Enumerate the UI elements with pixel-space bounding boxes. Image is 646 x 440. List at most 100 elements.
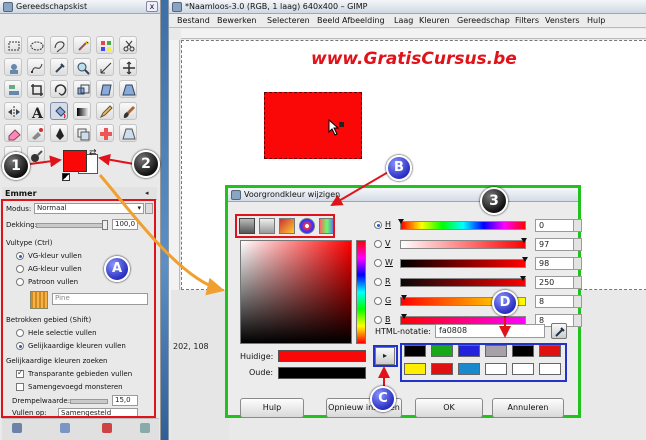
tool-color-select[interactable] (96, 36, 114, 54)
menu-vensters[interactable]: Vensters (545, 16, 580, 25)
ok-button[interactable]: OK (415, 398, 483, 418)
channel-w-label: W (385, 258, 393, 267)
color-picker-button[interactable] (551, 323, 567, 339)
help-button[interactable]: Hulp (240, 398, 304, 418)
tool-scale[interactable] (73, 80, 91, 98)
channel-h-input[interactable]: 0 (535, 219, 575, 232)
tool-shear[interactable] (96, 80, 114, 98)
channel-w-spin[interactable] (573, 257, 582, 270)
perspective-clone-icon (122, 128, 136, 140)
toolbox-window: Gereedschapskist x A ⇄ Emmer ◂ Modus: No… (0, 0, 161, 440)
channel-w-radio[interactable] (374, 259, 382, 267)
tool-clone[interactable] (73, 124, 91, 142)
channel-w-slider[interactable] (400, 259, 526, 268)
menu-hulp[interactable]: Hulp (587, 16, 605, 25)
channel-h-spin[interactable] (573, 219, 582, 232)
swap-colors-icon[interactable]: ⇄ (89, 148, 97, 158)
channel-r-radio[interactable] (374, 278, 382, 286)
channel-g-spin[interactable] (573, 295, 582, 308)
channel-h-slider[interactable] (400, 221, 526, 230)
menu-bestand[interactable]: Bestand (177, 16, 210, 25)
tool-flip[interactable] (4, 102, 22, 120)
hue-strip[interactable] (356, 240, 366, 344)
channel-v-slider[interactable] (400, 240, 526, 249)
menu-afbeelding[interactable]: Afbeelding (342, 16, 385, 25)
heal-icon (100, 128, 112, 140)
annotation-badge-c: C (370, 386, 396, 412)
foreground-select-icon (10, 64, 18, 74)
image-window-titlebar[interactable]: *Naamloos-3.0 (RGB, 1 laag) 640x400 – GI… (169, 0, 646, 14)
channel-v-label: V (385, 239, 391, 248)
tool-move[interactable] (119, 58, 137, 76)
channel-w-input[interactable]: 98 (535, 257, 575, 270)
channel-g-input[interactable]: 8 (535, 295, 575, 308)
tool-ink[interactable] (50, 124, 68, 142)
tool-eraser[interactable] (4, 124, 22, 142)
channel-b-radio[interactable] (374, 316, 382, 324)
tool-align[interactable] (4, 80, 22, 98)
tool-bucket-fill[interactable] (50, 102, 68, 120)
delete-options-icon[interactable] (102, 423, 112, 433)
tool-text[interactable]: A (27, 102, 45, 120)
saturation-value-square[interactable] (240, 240, 352, 344)
channel-v-spin[interactable] (573, 238, 582, 251)
ink-icon (56, 128, 64, 140)
save-options-icon[interactable] (12, 423, 22, 433)
close-icon[interactable]: x (146, 1, 158, 12)
tool-ellipse-select[interactable] (27, 36, 45, 54)
menu-gereedschap[interactable]: Gereedschap (457, 16, 510, 25)
tool-scissors[interactable] (119, 36, 137, 54)
menu-laag[interactable]: Laag (394, 16, 413, 25)
default-colors-icon[interactable] (62, 173, 70, 181)
gimp-icon (172, 2, 182, 12)
tool-dodge[interactable] (27, 146, 45, 164)
tool-rotate[interactable] (50, 80, 68, 98)
tool-lasso[interactable] (50, 36, 68, 54)
tool-measure[interactable] (96, 58, 114, 76)
channel-b-spin[interactable] (573, 314, 582, 327)
tool-pencil[interactable] (96, 102, 114, 120)
html-notation-input[interactable]: fa0808 (435, 324, 545, 338)
configure-icon[interactable]: ◂ (145, 189, 149, 197)
tool-paintbrush[interactable] (119, 102, 137, 120)
measure-icon (100, 62, 112, 74)
channel-r-spin[interactable] (573, 276, 582, 289)
channel-v-input[interactable]: 97 (535, 238, 575, 251)
tool-crop[interactable] (27, 80, 45, 98)
cancel-button[interactable]: Annuleren (492, 398, 564, 418)
dialog-icon (231, 190, 241, 200)
tool-heal[interactable] (96, 124, 114, 142)
menu-beeld[interactable]: Beeld (317, 16, 340, 25)
channel-g-radio[interactable] (374, 297, 382, 305)
annotation-badge-a: A (104, 256, 130, 282)
tool-rect-select[interactable] (4, 36, 22, 54)
restore-options-icon[interactable] (60, 423, 70, 433)
toolbox-titlebar[interactable]: Gereedschapskist x (0, 0, 160, 14)
current-color-label: Huidige: (240, 352, 274, 361)
tool-perspective-clone[interactable] (119, 124, 137, 142)
menu-bewerken[interactable]: Bewerken (217, 16, 257, 25)
foreground-color-swatch[interactable] (63, 150, 87, 172)
horizontal-ruler[interactable] (181, 29, 646, 39)
tool-blend[interactable] (73, 102, 91, 120)
channel-v-radio[interactable] (374, 240, 382, 248)
channel-r-input[interactable]: 250 (535, 276, 575, 289)
menu-kleuren[interactable]: Kleuren (419, 16, 450, 25)
tool-zoom[interactable] (73, 58, 91, 76)
tool-airbrush[interactable] (27, 124, 45, 142)
reset-options-icon[interactable] (140, 423, 150, 433)
channel-r-slider[interactable] (400, 278, 526, 287)
dialog-title: Voorgrondkleur wijzigen (244, 190, 341, 199)
image-window-bottom (171, 290, 229, 440)
dialog-titlebar[interactable]: Voorgrondkleur wijzigen (228, 188, 578, 202)
channel-h-radio[interactable] (374, 221, 382, 229)
tool-fuzzy-select[interactable] (73, 36, 91, 54)
menu-selecteren[interactable]: Selecteren (267, 16, 310, 25)
tool-color-picker[interactable] (50, 58, 68, 76)
tool-paths[interactable] (27, 58, 45, 76)
menu-filters[interactable]: Filters (515, 16, 539, 25)
color-select-icon (101, 41, 111, 51)
tool-perspective[interactable] (119, 80, 137, 98)
html-notation-label: HTML-notatie: (375, 327, 431, 336)
tool-foreground-select[interactable] (4, 58, 22, 76)
